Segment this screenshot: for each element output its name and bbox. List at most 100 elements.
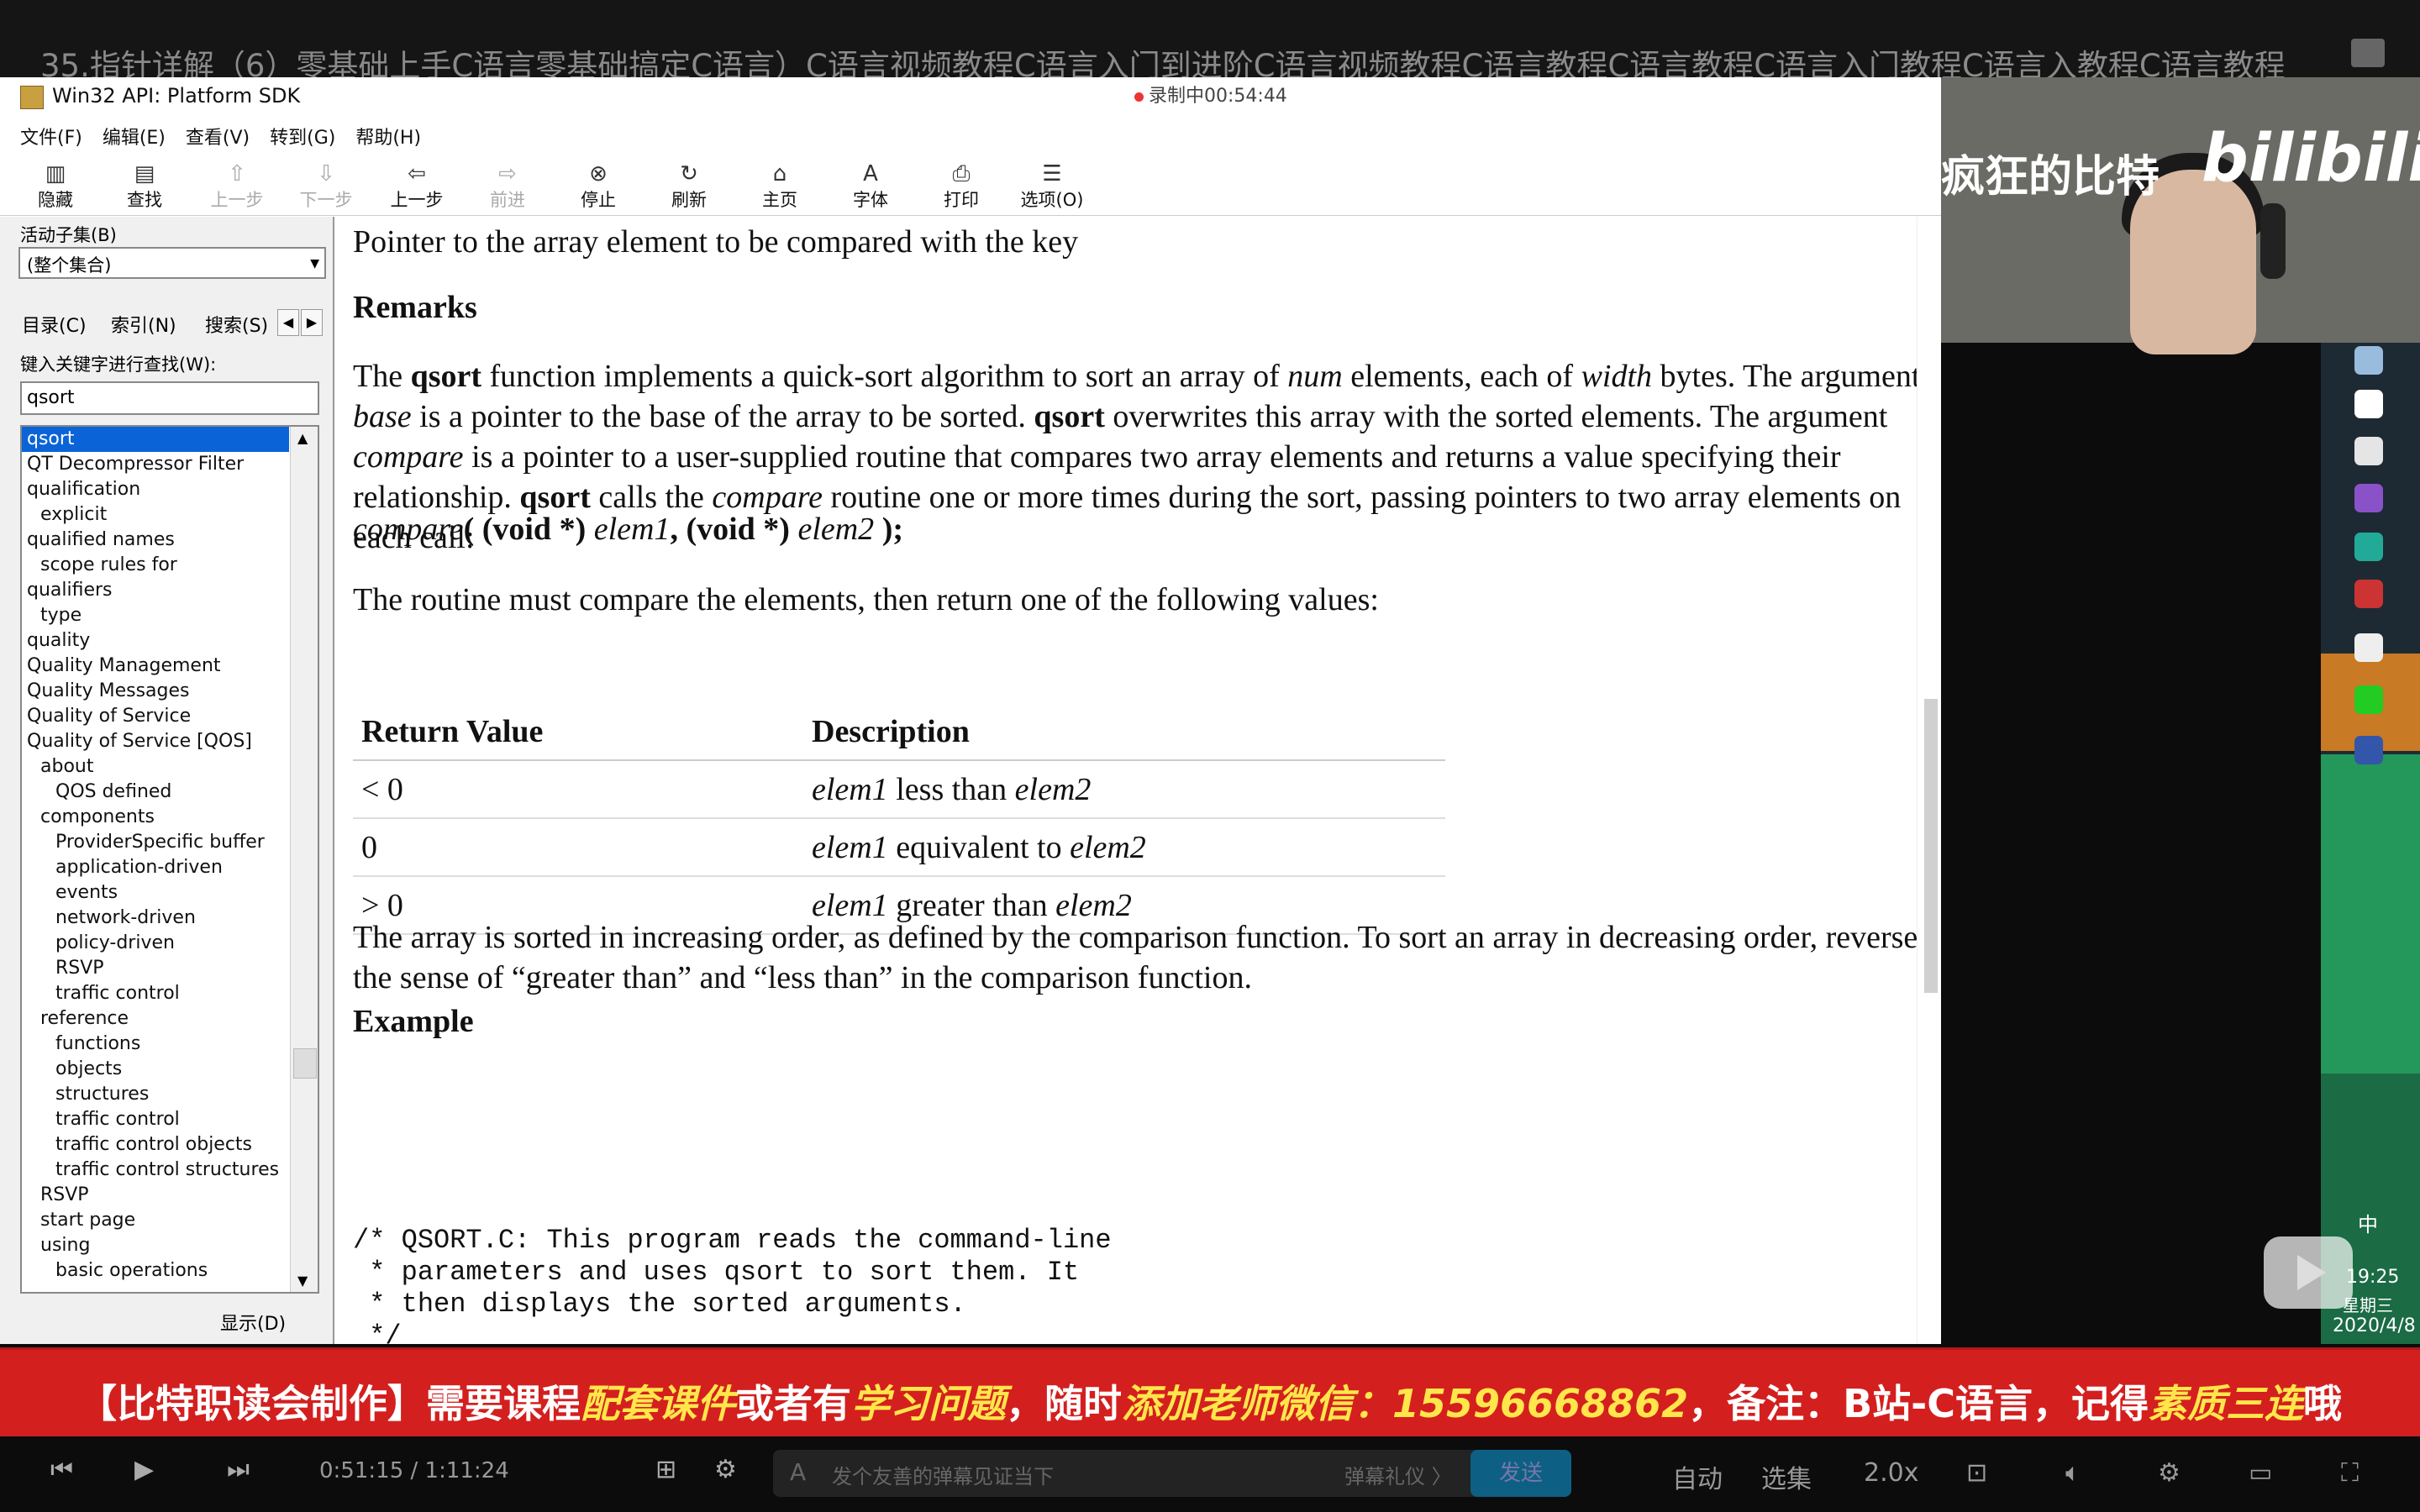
index-list-item[interactable]: RSVP: [22, 956, 318, 981]
index-list-item[interactable]: Quality of Service [QOS]: [22, 729, 318, 754]
chevron-down-icon[interactable]: ▼: [310, 257, 319, 270]
index-list-item[interactable]: traffic control structures: [22, 1158, 318, 1183]
notes-icon[interactable]: [2354, 390, 2383, 418]
promo-segment: 添加老师微信：15596668862: [1122, 1381, 1689, 1426]
toolbar-button-2[interactable]: ⇧ 上一步: [193, 156, 281, 215]
index-list-item[interactable]: RSVP: [22, 1183, 318, 1208]
play-button-icon[interactable]: ▶: [134, 1455, 154, 1484]
description-cell: elem1 less than elem2: [803, 760, 1445, 819]
content-scroll-thumb[interactable]: [1924, 699, 1938, 993]
episodes-button[interactable]: 选集: [1761, 1458, 1812, 1495]
index-list-item[interactable]: application-driven: [22, 855, 318, 880]
settings-icon[interactable]: ⚙: [2158, 1458, 2181, 1488]
wechat-icon[interactable]: [2354, 685, 2383, 714]
tab-search[interactable]: 搜索(S): [205, 311, 268, 338]
previous-icon[interactable]: ⏮: [50, 1455, 73, 1484]
index-list-item[interactable]: qsort: [22, 427, 289, 452]
menu-item-2[interactable]: 查看(V): [186, 123, 250, 150]
speed-button[interactable]: 2.0x: [1864, 1458, 1918, 1488]
index-list-item[interactable]: quality: [22, 628, 318, 654]
toolbar-button-4[interactable]: ⇦ 上一步: [373, 156, 460, 215]
tab-contents[interactable]: 目录(C): [22, 311, 87, 338]
media-icon[interactable]: [2354, 580, 2383, 608]
scroll-up-icon[interactable]: ▲: [297, 430, 308, 446]
tab-index[interactable]: 索引(N): [111, 311, 176, 338]
toolbar-button-5[interactable]: ⇨ 前进: [464, 156, 551, 215]
index-scrollbar[interactable]: ▲ ▼: [290, 427, 318, 1292]
widescreen-icon[interactable]: ▭: [2249, 1458, 2272, 1488]
menu-item-3[interactable]: 转到(G): [270, 123, 335, 150]
toolbar-button-8[interactable]: ⌂ 主页: [736, 156, 823, 215]
index-list-item[interactable]: Quality Management: [22, 654, 318, 679]
menu-item-0[interactable]: 文件(F): [20, 123, 82, 150]
toolbar-button-6[interactable]: ⊗ 停止: [555, 156, 642, 215]
index-list-item[interactable]: qualification: [22, 477, 318, 502]
index-list-item[interactable]: events: [22, 880, 318, 906]
danmaku-toggle-icon[interactable]: ⊞: [655, 1455, 676, 1484]
index-list-item[interactable]: ProviderSpecific buffer: [22, 830, 318, 855]
danmaku-etiquette[interactable]: 弹幕礼仪 〉: [1344, 1460, 1452, 1489]
index-list-item[interactable]: scope rules for: [22, 553, 318, 578]
toolbar-button-0[interactable]: ▥ 隐藏: [12, 156, 99, 215]
toolbar-button-7[interactable]: ↻ 刷新: [645, 156, 733, 215]
options-icon: ☰: [1042, 161, 1062, 186]
toolbar-button-1[interactable]: ▤ 查找: [101, 156, 188, 215]
index-list-item[interactable]: reference: [22, 1006, 318, 1032]
send-button[interactable]: 发送: [1470, 1450, 1571, 1497]
display-button[interactable]: 显示(D): [220, 1309, 286, 1336]
index-list-item[interactable]: components: [22, 805, 318, 830]
index-list-item[interactable]: Quality of Service: [22, 704, 318, 729]
menu-item-4[interactable]: 帮助(H): [355, 123, 421, 150]
index-list-item[interactable]: QOS defined: [22, 780, 318, 805]
index-list-item[interactable]: objects: [22, 1057, 318, 1082]
toolbar-button-10[interactable]: ⎙ 打印: [918, 156, 1005, 215]
keyword-input[interactable]: qsort: [20, 381, 319, 415]
danmaku-settings-icon[interactable]: ⚙: [714, 1455, 737, 1484]
picture-in-picture-icon[interactable]: [2351, 39, 2385, 67]
next-icon[interactable]: ⏭: [227, 1455, 250, 1484]
index-list-item[interactable]: structures: [22, 1082, 318, 1107]
scroll-thumb[interactable]: [293, 1048, 317, 1079]
tab-scroll-left-icon[interactable]: ◀: [277, 309, 299, 336]
toolbar-button-9[interactable]: A 字体: [827, 156, 914, 215]
index-list-item[interactable]: traffic control objects: [22, 1132, 318, 1158]
content-scrollbar[interactable]: [1917, 217, 1941, 1344]
volume-icon[interactable]: 🔈︎: [2065, 1458, 2081, 1488]
toolbar-button-3[interactable]: ⇩ 下一步: [282, 156, 370, 215]
qq-icon[interactable]: [2354, 633, 2383, 662]
index-list[interactable]: qsort QT Decompressor Filter qualification…: [20, 425, 319, 1294]
index-list-item[interactable]: traffic control: [22, 1107, 318, 1132]
index-list-item[interactable]: basic operations: [22, 1258, 318, 1284]
index-list-item[interactable]: explicit: [22, 502, 318, 528]
index-list-item[interactable]: start page: [22, 1208, 318, 1233]
network-icon[interactable]: [2354, 533, 2383, 561]
quality-auto-button[interactable]: 自动: [1672, 1458, 1723, 1495]
play-overlay-button[interactable]: [2264, 1236, 2353, 1309]
browser-icon[interactable]: [2354, 736, 2383, 764]
find-icon: ▤: [134, 161, 155, 186]
index-list-item[interactable]: network-driven: [22, 906, 318, 931]
app-icon[interactable]: [2354, 346, 2383, 375]
index-list-item[interactable]: functions: [22, 1032, 318, 1057]
subtitle-off-icon[interactable]: ⊡: [1966, 1458, 1987, 1488]
index-list-item[interactable]: QT Decompressor Filter: [22, 452, 318, 477]
index-list-item[interactable]: traffic control: [22, 981, 318, 1006]
subset-select[interactable]: (整个集合) ▼: [18, 247, 326, 279]
clock-time[interactable]: 19:25: [2346, 1267, 2399, 1288]
danmaku-input[interactable]: A 发个友善的弹幕见证当下 弹幕礼仪 〉: [773, 1450, 1529, 1497]
index-list-item[interactable]: policy-driven: [22, 931, 318, 956]
toolbar-button-11[interactable]: ☰ 选项(O): [1008, 156, 1096, 215]
visual-studio-icon[interactable]: [2354, 484, 2383, 512]
chrome-icon[interactable]: [2354, 437, 2383, 465]
index-list-item[interactable]: qualifiers: [22, 578, 318, 603]
input-language[interactable]: 中: [2358, 1208, 2378, 1237]
index-list-item[interactable]: type: [22, 603, 318, 628]
tab-scroll-right-icon[interactable]: ▶: [301, 309, 323, 336]
index-list-item[interactable]: qualified names: [22, 528, 318, 553]
scroll-down-icon[interactable]: ▼: [297, 1273, 308, 1289]
menu-item-1[interactable]: 编辑(E): [103, 123, 166, 150]
index-list-item[interactable]: about: [22, 754, 318, 780]
index-list-item[interactable]: using: [22, 1233, 318, 1258]
index-list-item[interactable]: Quality Messages: [22, 679, 318, 704]
fullscreen-icon[interactable]: ⛶: [2341, 1458, 2359, 1488]
